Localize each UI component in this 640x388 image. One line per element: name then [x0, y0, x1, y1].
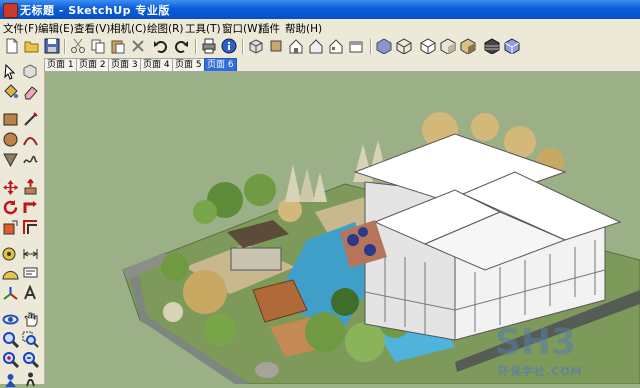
menu-bar: 文件(F) 编辑(E) 查看(V) 相机(C) 绘图(R) 工具(T) 窗口(W… [0, 19, 640, 36]
menu-edit[interactable]: 编辑(E) [38, 21, 74, 36]
orbit-icon[interactable] [2, 311, 19, 328]
shaded-icon[interactable] [440, 38, 456, 54]
back-view-icon[interactable] [328, 38, 344, 54]
main-toolbar [0, 35, 640, 58]
tree [331, 288, 359, 316]
print-icon[interactable] [201, 38, 217, 54]
pavilion-base [230, 247, 282, 271]
menu-window[interactable]: 窗口(W) [222, 21, 262, 36]
rectangle-icon[interactable] [2, 111, 19, 128]
rock [255, 362, 279, 378]
menu-plugins[interactable]: 插件 [259, 21, 280, 36]
tree [163, 302, 183, 322]
menu-file[interactable]: 文件(F) [3, 21, 38, 36]
follow-me-icon[interactable] [22, 199, 39, 216]
tree [244, 174, 276, 206]
protractor-icon[interactable] [2, 265, 19, 282]
left-view-icon[interactable] [348, 38, 364, 54]
eraser-icon[interactable] [22, 83, 39, 100]
xray-alt-icon[interactable] [504, 38, 520, 54]
tree [193, 200, 217, 224]
walk-icon[interactable] [22, 371, 39, 388]
redo-icon[interactable] [173, 38, 189, 54]
tab-page-4[interactable]: 页面 4 [140, 58, 173, 71]
menu-tools[interactable]: 工具(T) [185, 21, 221, 36]
model-viewport[interactable]: SH3 [45, 72, 640, 384]
dimension-icon[interactable] [22, 245, 39, 262]
menu-view[interactable]: 查看(V) [74, 21, 110, 36]
xray-icon[interactable] [376, 38, 392, 54]
zoom-icon[interactable] [2, 331, 19, 348]
component-icon[interactable] [22, 63, 39, 80]
paint-bucket-icon[interactable] [2, 83, 19, 100]
tab-page-6[interactable]: 页面 6 [204, 58, 237, 71]
umbrella [347, 234, 359, 246]
undo-icon[interactable] [153, 38, 169, 54]
tree [345, 322, 385, 362]
scene-tabs: 页面 1 页面 2 页面 3 页面 4 页面 5 页面 6 [44, 57, 640, 72]
tape-measure-icon[interactable] [2, 245, 19, 262]
title-bar: 无标题 - SketchUp 专业版 [0, 0, 640, 19]
tab-page-1[interactable]: 页面 1 [44, 58, 77, 71]
paste-icon[interactable] [110, 38, 126, 54]
tree [204, 314, 236, 346]
rotate-icon[interactable] [2, 199, 19, 216]
line-icon[interactable] [22, 111, 39, 128]
tree [305, 312, 345, 352]
monochrome-icon[interactable] [484, 38, 500, 54]
move-icon[interactable] [2, 179, 19, 196]
iso-view-icon[interactable] [248, 38, 264, 54]
model-info-icon[interactable] [221, 38, 237, 54]
umbrella [364, 244, 376, 256]
pan-icon[interactable] [22, 311, 39, 328]
shaded-texture-icon[interactable] [460, 38, 476, 54]
position-camera-icon[interactable] [2, 371, 19, 388]
front-view-icon[interactable] [288, 38, 304, 54]
push-pull-icon[interactable] [22, 179, 39, 196]
select-icon[interactable] [2, 63, 19, 80]
arc-icon[interactable] [22, 131, 39, 148]
watermark-logo: SH3 [495, 322, 576, 363]
right-view-icon[interactable] [308, 38, 324, 54]
polygon-icon[interactable] [2, 151, 19, 168]
tree [183, 270, 227, 314]
text-icon[interactable] [22, 265, 39, 282]
tab-page-3[interactable]: 页面 3 [108, 58, 141, 71]
cut-icon[interactable] [70, 38, 86, 54]
scale-icon[interactable] [2, 219, 19, 236]
tree [161, 253, 189, 281]
previous-view-icon[interactable] [22, 351, 39, 368]
zoom-window-icon[interactable] [22, 331, 39, 348]
tab-page-2[interactable]: 页面 2 [76, 58, 109, 71]
offset-icon[interactable] [22, 219, 39, 236]
open-icon[interactable] [24, 38, 40, 54]
menu-camera[interactable]: 相机(C) [110, 21, 147, 36]
erase-icon[interactable] [130, 38, 146, 54]
zoom-extents-icon[interactable] [2, 351, 19, 368]
tab-page-5[interactable]: 页面 5 [172, 58, 205, 71]
copy-icon[interactable] [90, 38, 106, 54]
umbrella [358, 227, 368, 237]
tool-palette [0, 57, 45, 387]
save-icon[interactable] [44, 38, 60, 54]
menu-help[interactable]: 帮助(H) [285, 21, 322, 36]
hidden-line-icon[interactable] [420, 38, 436, 54]
window-title: 无标题 - SketchUp 专业版 [20, 4, 170, 17]
model-scene: SH3 [45, 72, 640, 384]
sketchup-app-icon [3, 3, 18, 18]
top-view-icon[interactable] [268, 38, 284, 54]
wireframe-icon[interactable] [396, 38, 412, 54]
tree [471, 113, 499, 141]
axes-icon[interactable] [2, 285, 19, 302]
circle-icon[interactable] [2, 131, 19, 148]
watermark-text: 环保学社.COM [498, 365, 583, 378]
3d-text-icon[interactable] [22, 285, 39, 302]
menu-draw[interactable]: 绘图(R) [147, 21, 184, 36]
freehand-icon[interactable] [22, 151, 39, 168]
new-icon[interactable] [4, 38, 20, 54]
